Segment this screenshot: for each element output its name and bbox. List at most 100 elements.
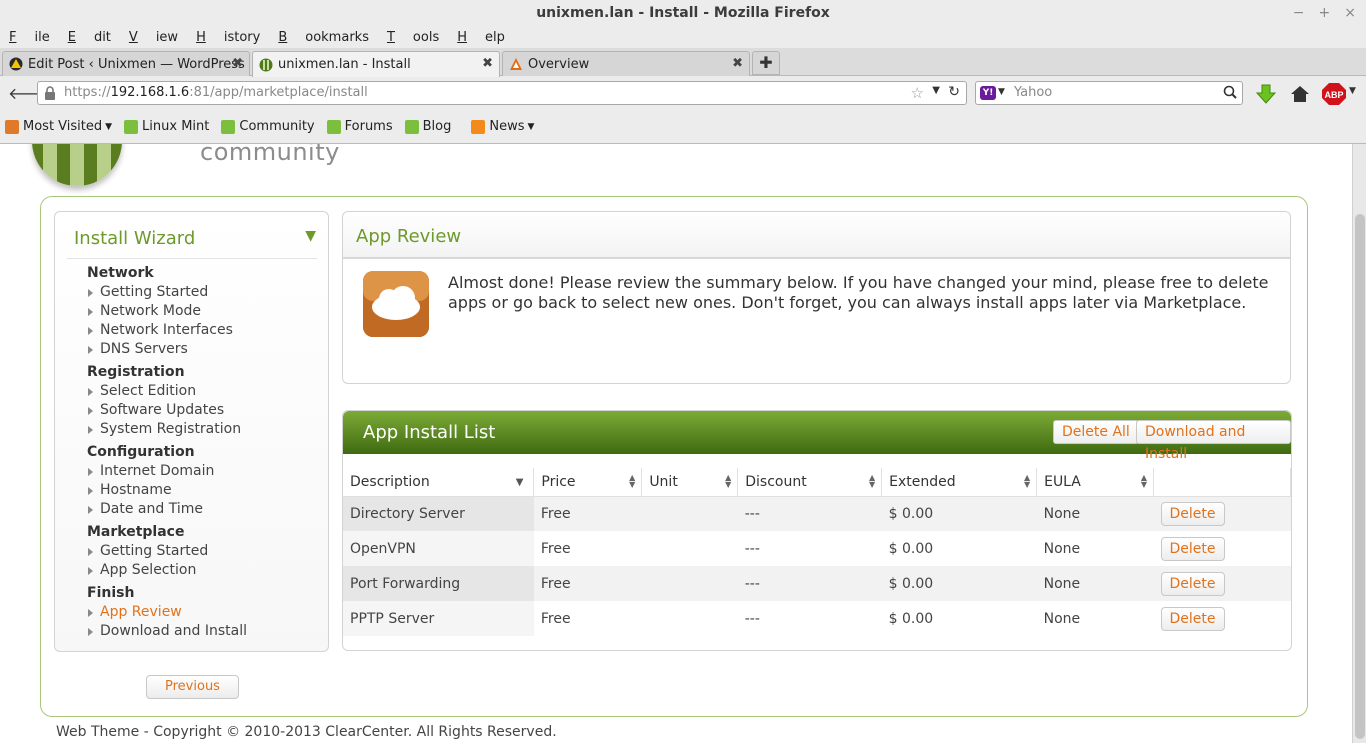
close-tab-icon[interactable]: ✖ xyxy=(732,56,743,71)
review-message: Almost done! Please review the summary b… xyxy=(448,273,1269,312)
wizard-step-network-mode[interactable]: Network Mode xyxy=(87,302,247,321)
tab-overview[interactable]: Overview ✖ xyxy=(502,51,750,76)
menu-label-rest: ookmarks xyxy=(305,29,369,45)
delete-row-button[interactable]: Delete xyxy=(1160,606,1225,631)
delete-row-button[interactable]: Delete xyxy=(1160,571,1225,596)
menu-bar: File Edit View History Bookmarks Tools Help xyxy=(0,26,1366,48)
window-title: unixmen.lan - Install - Mozilla Firefox xyxy=(536,5,830,21)
menu-file[interactable]: File xyxy=(9,30,50,45)
table-row: PPTP Server Free --- $ 0.00 None Delete xyxy=(343,601,1291,636)
close-tab-icon[interactable]: ✖ xyxy=(232,56,243,71)
delete-row-button[interactable]: Delete xyxy=(1160,536,1225,561)
wizard-step-app-selection[interactable]: App Selection xyxy=(87,561,247,580)
search-placeholder: Yahoo xyxy=(1014,85,1053,100)
bookmark-most-visited[interactable]: Most Visited ▼ xyxy=(5,119,112,134)
wizard-group-network: Network xyxy=(87,265,154,281)
menu-view[interactable]: View xyxy=(129,30,178,45)
bookmark-news[interactable]: News ▼ xyxy=(471,119,534,134)
bookmark-blog[interactable]: Blog xyxy=(404,119,452,134)
install-list-title: App Install List xyxy=(363,422,496,443)
wizard-step-download-and-install[interactable]: Download and Install xyxy=(87,622,247,641)
wizard-step-system-registration[interactable]: System Registration xyxy=(87,420,247,439)
new-tab-button[interactable]: ✚ xyxy=(752,51,780,75)
adblock-dropdown-icon[interactable]: ▼ xyxy=(1349,86,1356,96)
cell-extended: $ 0.00 xyxy=(888,610,934,627)
wizard-step-date-and-time[interactable]: Date and Time xyxy=(87,500,247,519)
bookmark-label: Blog xyxy=(422,119,452,134)
bookmark-community[interactable]: Community xyxy=(221,119,315,134)
download-icon[interactable] xyxy=(1255,83,1277,105)
collapse-arrow-icon[interactable]: ▼ xyxy=(305,228,316,244)
cell-action: Delete xyxy=(1154,531,1291,566)
column-header-unit[interactable]: Unit ▲ ▼ xyxy=(641,468,739,497)
wizard-step-getting-started[interactable]: Getting Started xyxy=(87,283,247,302)
back-button[interactable]: 🡐 xyxy=(8,83,51,103)
wizard-step-dns-servers[interactable]: DNS Servers xyxy=(87,340,247,359)
vertical-scrollbar[interactable] xyxy=(1352,144,1366,743)
yahoo-engine-icon[interactable]: Y! xyxy=(980,86,996,100)
column-header-description[interactable]: Description ▼ xyxy=(343,468,535,497)
maximize-button[interactable]: + xyxy=(1319,0,1331,26)
bookmark-star-icon[interactable]: ☆ xyxy=(911,84,924,102)
minimize-button[interactable]: − xyxy=(1293,0,1305,26)
wizard-step-select-edition[interactable]: Select Edition xyxy=(87,382,247,401)
menu-accelerator: E xyxy=(67,29,76,45)
tab-unixmen-install[interactable]: unixmen.lan - Install ✖ xyxy=(252,51,500,77)
home-icon[interactable] xyxy=(1289,83,1311,105)
wizard-step-getting-started[interactable]: Getting Started xyxy=(87,542,247,561)
column-header-discount[interactable]: Discount ▲ ▼ xyxy=(737,468,883,497)
delete-all-button[interactable]: Delete All xyxy=(1053,420,1139,444)
close-window-button[interactable]: × xyxy=(1344,0,1356,26)
menu-label-rest: iew xyxy=(155,29,179,45)
close-tab-icon[interactable]: ✖ xyxy=(482,56,493,71)
menu-label-rest: istory xyxy=(223,29,261,45)
menu-edit[interactable]: Edit xyxy=(68,30,111,45)
wizard-step-software-updates[interactable]: Software Updates xyxy=(87,401,247,420)
menu-tools[interactable]: Tools xyxy=(387,30,439,45)
wizard-group-finish: Finish xyxy=(87,585,135,601)
cell-action: Delete xyxy=(1154,601,1291,636)
bookmark-forums[interactable]: Forums xyxy=(326,119,393,134)
menu-label-rest: elp xyxy=(485,29,505,45)
menu-history[interactable]: History xyxy=(196,30,260,45)
cell-discount: --- xyxy=(737,496,882,531)
menu-help[interactable]: Help xyxy=(457,30,505,45)
previous-button[interactable]: Previous xyxy=(146,675,239,699)
adblock-plus-icon[interactable]: ABP xyxy=(1322,83,1348,105)
sort-desc-icon: ▼ xyxy=(515,477,524,488)
column-header-extended[interactable]: Extended ▲ ▼ xyxy=(881,468,1038,497)
install-table: Description ▼ Price ▲ ▼ Unit ▲ ▼ Discount ▲ ▼ E… xyxy=(343,468,1291,636)
tab-strip: Edit Post ‹ Unixmen — WordPress ✖ unixme… xyxy=(0,48,1366,77)
column-header-eula[interactable]: EULA ▲ ▼ xyxy=(1036,468,1155,497)
column-header-actions xyxy=(1153,468,1291,497)
cell-action: Delete xyxy=(1153,566,1291,601)
search-bar[interactable]: Y! ▼ Yahoo xyxy=(975,81,1243,105)
scrollbar-thumb[interactable] xyxy=(1355,214,1365,739)
bookmarks-toolbar: Most Visited ▼ Linux Mint Community Forum… xyxy=(0,110,1366,144)
wizard-step-app-review[interactable]: App Review xyxy=(87,603,247,622)
mint-icon xyxy=(124,119,139,134)
address-bar[interactable]: https://192.168.1.6:81/app/marketplace/i… xyxy=(37,81,967,105)
cell-extended: $ 0.00 xyxy=(888,540,934,557)
search-icon[interactable] xyxy=(1223,85,1237,99)
delete-row-button[interactable]: Delete xyxy=(1160,501,1225,526)
menu-bookmarks[interactable]: Bookmarks xyxy=(278,30,369,45)
wizard-step-internet-domain[interactable]: Internet Domain xyxy=(87,462,247,481)
column-header-price[interactable]: Price ▲ ▼ xyxy=(533,468,643,497)
cell-unit xyxy=(642,601,738,636)
reload-icon[interactable]: ↻ xyxy=(948,84,960,100)
wizard-group-configuration: Configuration xyxy=(87,444,195,460)
wizard-step-hostname[interactable]: Hostname xyxy=(87,481,247,500)
menu-accelerator: B xyxy=(278,29,288,45)
download-install-button[interactable]: Download and Install xyxy=(1136,420,1291,462)
menu-label-rest: ools xyxy=(412,29,440,45)
warning-favicon-icon xyxy=(9,57,23,71)
bookmark-linux-mint[interactable]: Linux Mint xyxy=(124,119,209,134)
footer-copyright: Web Theme - Copyright © 2010-2013 ClearC… xyxy=(56,724,557,740)
lock-icon xyxy=(45,86,55,100)
history-dropdown-icon[interactable]: ▼ xyxy=(932,85,940,96)
engine-dropdown-icon[interactable]: ▼ xyxy=(998,87,1005,97)
wizard-step-network-interfaces[interactable]: Network Interfaces xyxy=(87,321,247,340)
url-text[interactable]: https://192.168.1.6:81/app/marketplace/i… xyxy=(64,85,368,100)
tab-edit-post[interactable]: Edit Post ‹ Unixmen — WordPress ✖ xyxy=(2,51,250,76)
